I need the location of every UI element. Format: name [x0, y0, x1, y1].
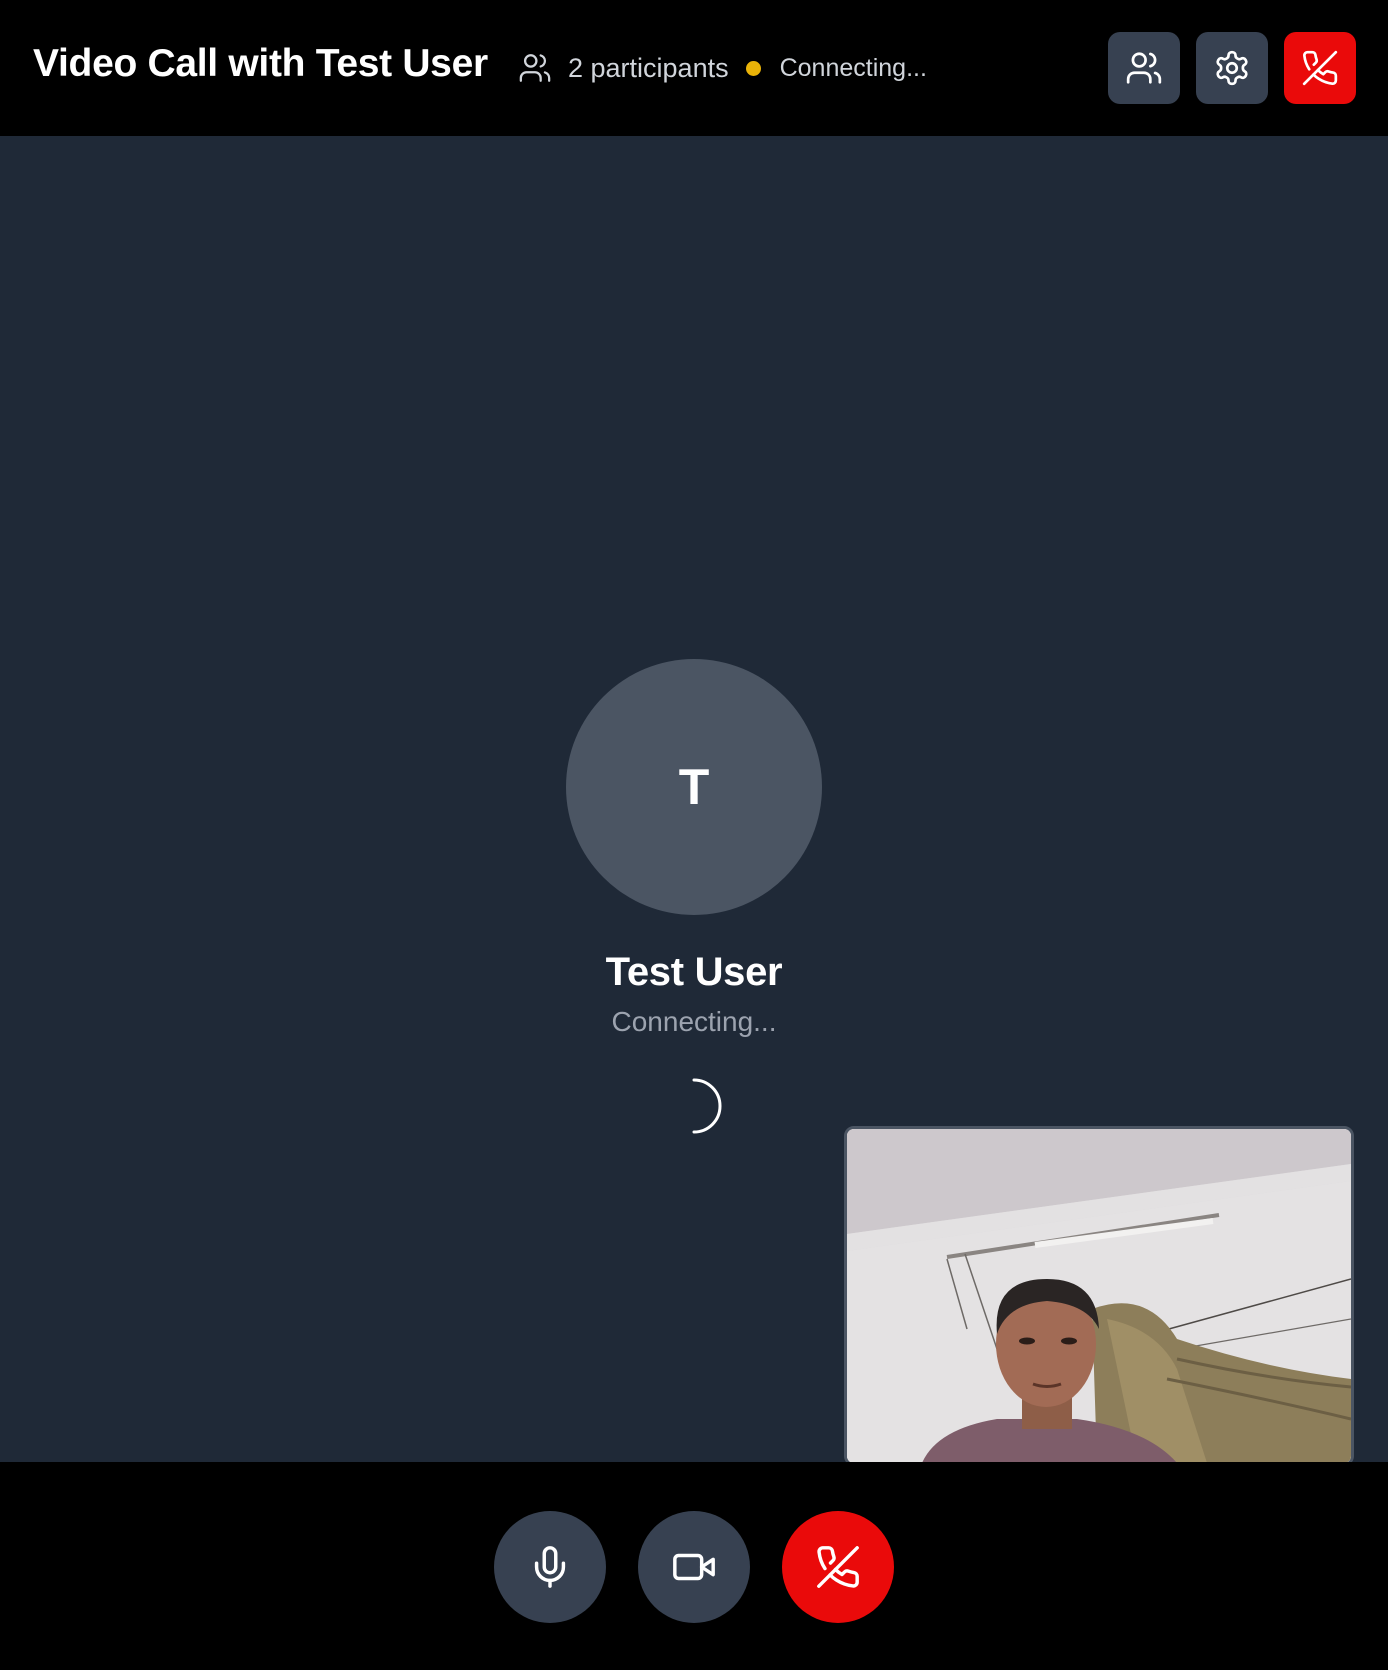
hang-up-button[interactable] — [782, 1511, 894, 1623]
self-view-video[interactable] — [844, 1126, 1354, 1462]
participants-count: 2 participants — [568, 52, 729, 83]
users-icon — [1126, 52, 1162, 84]
microphone-button[interactable] — [494, 1511, 606, 1623]
call-title: Video Call with Test User — [33, 42, 488, 85]
avatar: T — [566, 659, 822, 915]
call-info: 2 participants Connecting... — [518, 50, 927, 86]
remote-video-stage: T Test User Connecting... — [0, 136, 1388, 1462]
status-indicator-dot — [745, 60, 761, 76]
call-header: Video Call with Test User 2 participants… — [0, 0, 1388, 136]
video-call-page: Video Call with Test User 2 participants… — [0, 0, 1388, 1670]
call-controls-bar — [0, 1462, 1388, 1670]
microphone-icon — [534, 1546, 566, 1588]
loading-spinner-icon — [692, 1078, 722, 1134]
video-camera-icon — [673, 1553, 715, 1581]
phone-off-icon — [1302, 50, 1338, 86]
phone-off-icon — [817, 1546, 859, 1588]
users-icon — [519, 54, 551, 82]
end-call-button[interactable] — [1284, 32, 1356, 104]
remote-participant-name: Test User — [605, 950, 783, 994]
connection-status: Connecting... — [779, 53, 927, 82]
gear-icon — [1216, 50, 1248, 86]
camera-button[interactable] — [638, 1511, 750, 1623]
remote-participant-status: Connecting... — [611, 1006, 777, 1037]
settings-button[interactable] — [1196, 32, 1268, 104]
camera-preview-image — [847, 1129, 1351, 1462]
avatar-initial: T — [678, 759, 710, 815]
participants-button[interactable] — [1108, 32, 1180, 104]
